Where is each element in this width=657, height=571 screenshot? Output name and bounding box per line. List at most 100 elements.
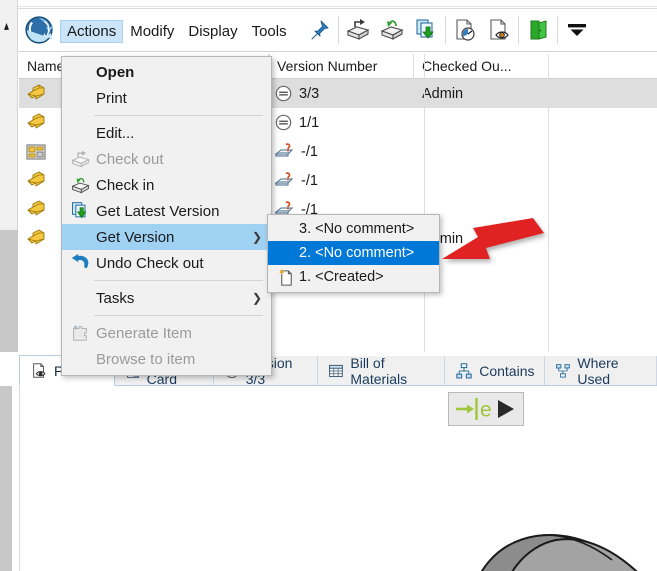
menu-modify[interactable]: Modify <box>123 20 181 43</box>
column-header-version-number[interactable]: Version Number <box>269 54 414 79</box>
submenu-item-label: 3. <No comment> <box>299 221 415 237</box>
checked-in-icon <box>275 114 292 131</box>
vault-logo <box>18 15 60 45</box>
version-text: 1/1 <box>299 114 320 131</box>
menu-icon-slot <box>67 348 93 370</box>
toolbar-separator <box>556 16 558 44</box>
menu-item-edit[interactable]: Edit... <box>62 120 271 146</box>
cell-version-number: -/1 <box>269 137 414 166</box>
svg-text:e: e <box>480 399 492 422</box>
menu-item-label: Get Version <box>96 228 175 246</box>
left-rail: ▴ <box>0 0 18 352</box>
submenu-item-version-2[interactable]: 2. <No comment> <box>268 241 439 265</box>
undo-arrow-icon <box>71 253 89 269</box>
cell-version-number: 3/3 <box>269 79 414 108</box>
column-divider[interactable] <box>548 54 549 352</box>
column-header-checked-out-by[interactable]: Checked Ou... <box>414 54 657 79</box>
menu-item-open[interactable]: Open <box>62 59 271 85</box>
version-text: 3/3 <box>299 85 320 102</box>
preview-pane[interactable]: e <box>19 386 657 571</box>
pin-button[interactable] <box>302 13 336 47</box>
submenu-icon-slot <box>273 242 299 264</box>
menu-icon-slot <box>67 226 93 248</box>
check-out-box-icon <box>346 19 370 40</box>
tab-label: Contains <box>479 362 535 379</box>
more-commands-button[interactable] <box>560 13 594 47</box>
menu-icon-slot <box>67 148 93 170</box>
generate-item-icon <box>73 324 87 341</box>
document-history-icon <box>456 19 475 41</box>
menu-item-label: Open <box>96 63 135 81</box>
menu-item-get-version[interactable]: Get Version ❯ <box>62 224 271 250</box>
menu-item-print[interactable]: Print <box>62 85 271 111</box>
contains-tree-icon <box>456 362 472 378</box>
check-out-box-icon <box>70 150 90 167</box>
tab-label: Where Used <box>577 354 619 387</box>
cell-version-number: 1/1 <box>269 108 414 137</box>
check-in-button[interactable] <box>375 13 409 47</box>
menu-item-get-latest-version[interactable]: Get Latest Version <box>62 198 271 224</box>
menu-icon-slot <box>67 87 93 109</box>
cell-checked-out-by <box>414 166 657 195</box>
bom-table-icon <box>329 364 344 377</box>
part-icon <box>27 113 45 128</box>
menu-item-label: Print <box>96 89 127 107</box>
get-version-submenu[interactable]: 3. <No comment> 2. <No comment> 1. <Crea… <box>267 214 440 293</box>
menu-icon-slot <box>67 61 93 83</box>
cell-checked-out-by <box>414 137 657 166</box>
menu-separator <box>94 280 263 281</box>
grey-3d-part-silhouette <box>480 534 638 571</box>
check-in-box-icon <box>70 177 90 193</box>
refresh-vault-icon <box>25 16 53 44</box>
menu-item-browse-to-item: Browse to item <box>62 346 271 372</box>
cell-checked-out-by <box>414 195 657 224</box>
menu-icon-slot <box>67 200 93 222</box>
where-used-tree-icon <box>556 363 571 378</box>
chevron-right-icon: ❯ <box>251 291 262 305</box>
menu-item-tasks[interactable]: Tasks ❯ <box>62 285 271 311</box>
submenu-item-label: 1. <Created> <box>299 269 384 285</box>
tab-where-used[interactable]: Where Used <box>545 354 657 387</box>
rail-lower-block <box>0 230 18 352</box>
menu-item-label: Tasks <box>96 289 135 307</box>
menu-item-label: Browse to item <box>96 350 196 368</box>
toolbar-separator <box>517 16 519 44</box>
menu-item-label: Check in <box>96 176 155 194</box>
submenu-item-version-1[interactable]: 1. <Created> <box>268 265 439 289</box>
actions-dropdown-menu[interactable]: Open Print Edit... Check out Check in Ge… <box>61 56 272 376</box>
submenu-icon-slot <box>273 218 299 240</box>
get-version-button[interactable] <box>448 13 482 47</box>
edrawings-logo-icon: e <box>456 398 514 422</box>
part-icon <box>27 171 45 186</box>
menu-separator <box>94 115 263 116</box>
column-divider[interactable] <box>424 54 425 352</box>
cell-version-number: -/1 <box>269 166 414 195</box>
document-eye-icon <box>490 19 509 40</box>
rail-collapse-chevron-icon[interactable]: ▴ <box>4 19 9 34</box>
menu-item-label: Edit... <box>96 124 135 142</box>
preview-button[interactable] <box>482 13 516 47</box>
get-latest-version-button[interactable] <box>409 13 443 47</box>
menu-icon-slot <box>67 287 93 309</box>
model-preview[interactable] <box>350 476 657 571</box>
submenu-item-version-3[interactable]: 3. <No comment> <box>268 217 439 241</box>
menu-item-check-in[interactable]: Check in <box>62 172 271 198</box>
menu-icon-slot <box>67 322 93 344</box>
open-folder-button[interactable] <box>521 13 555 47</box>
menu-item-undo-check-out[interactable]: Undo Check out <box>62 250 271 276</box>
menu-tools[interactable]: Tools <box>245 20 294 43</box>
toolbar-separator <box>337 16 339 44</box>
tab-bill-of-materials[interactable]: Bill of Materials <box>318 354 446 387</box>
checked-in-icon <box>275 85 292 102</box>
menu-item-label: Generate Item <box>96 324 192 342</box>
menu-separator <box>94 315 263 316</box>
menu-item-check-out: Check out <box>62 146 271 172</box>
menu-item-generate-item: Generate Item <box>62 320 271 346</box>
check-out-button[interactable] <box>341 13 375 47</box>
tab-contains[interactable]: Contains <box>445 356 546 385</box>
menu-display[interactable]: Display <box>181 20 244 43</box>
application-window: ▴ Actions Modify Display Tools Name Vers… <box>0 0 657 571</box>
menu-actions[interactable]: Actions <box>60 19 124 43</box>
tab-label: Bill of Materials <box>350 354 408 387</box>
part-icon <box>27 84 45 99</box>
